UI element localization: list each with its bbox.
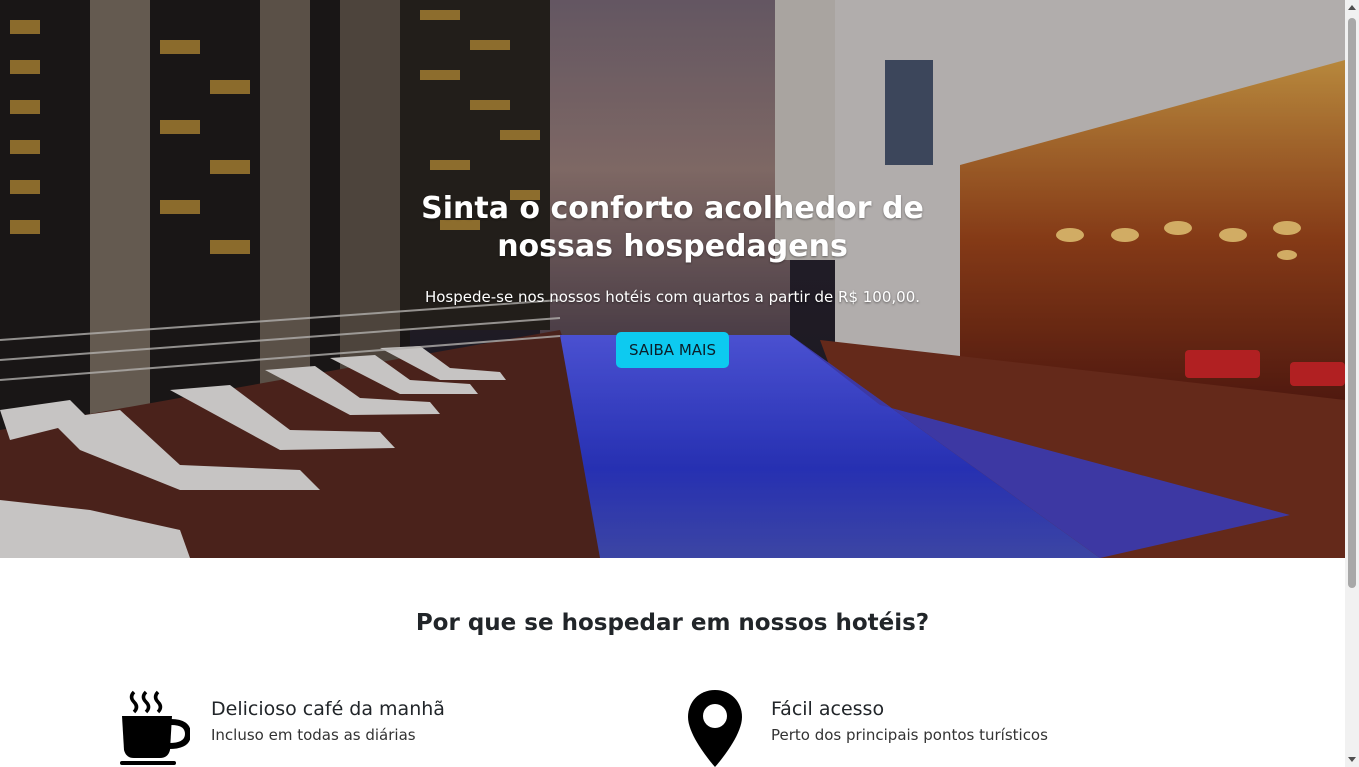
feature-description: Perto dos principais pontos turísticos: [771, 726, 1048, 744]
feature-description: Incluso em todas as diárias: [211, 726, 416, 744]
hero-title: Sinta o conforto acolhedor de nossas hos…: [421, 191, 924, 264]
hero-banner: Sinta o conforto acolhedor de nossas hos…: [0, 0, 1345, 558]
scrollbar[interactable]: [1345, 0, 1359, 767]
feature-text: Fácil acesso Perto dos principais pontos…: [771, 698, 1048, 744]
scroll-thumb[interactable]: [1348, 18, 1356, 588]
features-title: Por que se hospedar em nossos hotéis?: [415, 610, 930, 636]
hero-content: Sinta o conforto acolhedor de nossas hos…: [0, 190, 1345, 368]
scroll-up-arrow-icon[interactable]: [1348, 5, 1356, 10]
hero-subtitle: Hospede-se nos nossos hotéis com quartos…: [424, 288, 921, 306]
feature-heading: Delicioso café da manhã: [211, 698, 445, 720]
page: Sinta o conforto acolhedor de nossas hos…: [0, 0, 1345, 767]
coffee-cup-icon: [120, 690, 190, 765]
feature-text: Delicioso café da manhã Incluso em todas…: [211, 698, 445, 744]
feature-heading: Fácil acesso: [771, 698, 885, 720]
map-pin-icon: [688, 690, 742, 767]
saiba-mais-button[interactable]: SAIBA MAIS: [616, 332, 729, 368]
scroll-down-arrow-icon[interactable]: [1348, 757, 1356, 762]
